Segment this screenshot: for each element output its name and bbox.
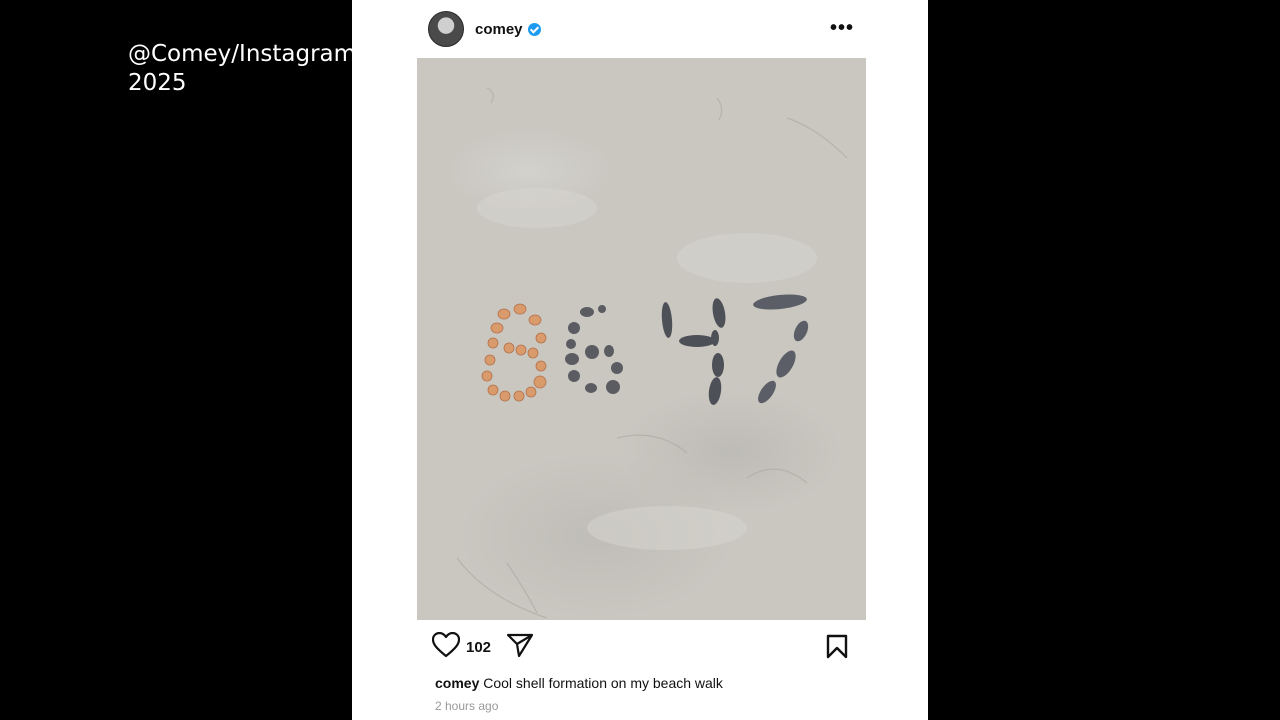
more-options-icon[interactable]: ••• bbox=[830, 14, 853, 42]
credit-source: @Comey/Instagram bbox=[128, 41, 357, 67]
like-count[interactable]: 102 bbox=[466, 639, 491, 656]
credit-year: 2025 bbox=[128, 70, 187, 96]
verified-badge-icon bbox=[527, 22, 541, 36]
caption-text: Cool shell formation on my beach walk bbox=[483, 675, 723, 691]
heart-icon[interactable] bbox=[431, 631, 461, 663]
share-icon[interactable] bbox=[506, 633, 534, 662]
post-timestamp: 2 hours ago bbox=[435, 699, 499, 713]
video-credit-overlay: @Comey/Instagram 2025 bbox=[128, 40, 356, 98]
sand-photo-art bbox=[456, 87, 848, 619]
post-caption: comey Cool shell formation on my beach w… bbox=[435, 675, 723, 691]
post-photo[interactable] bbox=[417, 58, 866, 620]
avatar[interactable] bbox=[428, 11, 464, 47]
caption-username[interactable]: comey bbox=[435, 675, 479, 691]
post-username[interactable]: comey bbox=[475, 21, 523, 38]
post-actions: 102 bbox=[431, 631, 534, 663]
instagram-post: comey ••• 102 comey Cool shell formation… bbox=[352, 0, 928, 720]
post-header: comey bbox=[428, 10, 541, 48]
bookmark-icon[interactable] bbox=[826, 634, 848, 664]
